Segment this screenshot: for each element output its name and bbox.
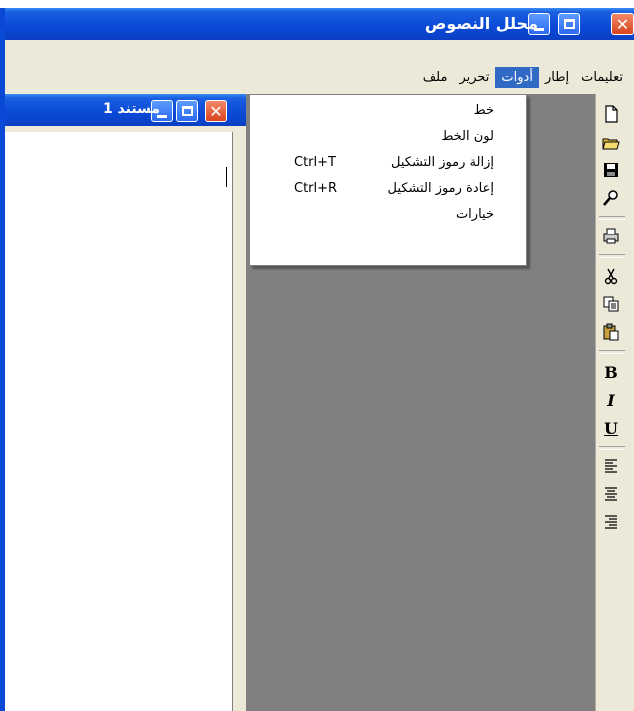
align-left-icon bbox=[605, 515, 617, 529]
copy-button[interactable] bbox=[598, 291, 624, 317]
menu-file[interactable]: ملف bbox=[417, 67, 454, 88]
toolbar-separator bbox=[599, 446, 625, 450]
menu-edit[interactable]: تحرير bbox=[453, 67, 495, 88]
cut-icon bbox=[604, 268, 618, 285]
menu-window[interactable]: إطار bbox=[539, 67, 575, 88]
doc-maximize-button[interactable] bbox=[176, 100, 198, 122]
menu-item-label: إزالة رموز التشكيل bbox=[391, 155, 494, 170]
align-center-button[interactable] bbox=[598, 481, 624, 507]
menu-item-font[interactable]: خط bbox=[250, 98, 526, 124]
save-button[interactable] bbox=[598, 157, 624, 183]
open-button[interactable] bbox=[598, 129, 624, 155]
toolbar-separator bbox=[599, 254, 625, 258]
menu-item-label: خط bbox=[473, 103, 494, 118]
underline-icon: U bbox=[604, 418, 618, 438]
maximize-icon bbox=[563, 19, 575, 29]
menu-item-label: خيارات bbox=[455, 207, 494, 222]
align-right-icon bbox=[605, 459, 617, 473]
copy-icon bbox=[603, 296, 619, 312]
text-caret bbox=[226, 167, 227, 187]
align-left-button[interactable] bbox=[598, 509, 624, 535]
menu-item-label: لون الخط bbox=[441, 129, 494, 144]
menu-bar: ملف تحرير أدوات إطار تعليمات bbox=[5, 40, 634, 94]
maximize-button[interactable] bbox=[558, 13, 580, 35]
menu-item-font-color[interactable]: لون الخط bbox=[250, 124, 526, 150]
toolbar-separator bbox=[599, 216, 625, 220]
window-title: محلل النصوص bbox=[424, 14, 538, 33]
maximize-icon bbox=[181, 106, 193, 116]
doc-close-button[interactable]: ✕ bbox=[205, 100, 227, 122]
italic-button[interactable]: I bbox=[598, 387, 624, 413]
vertical-toolbar: B I U bbox=[595, 94, 629, 711]
print-button[interactable] bbox=[598, 223, 624, 249]
find-icon bbox=[603, 190, 618, 206]
italic-icon: I bbox=[607, 390, 615, 410]
close-button[interactable]: ✕ bbox=[611, 13, 634, 35]
main-window: ✕ محلل النصوص ملف تحرير أدوات إطار تعليم… bbox=[0, 0, 634, 711]
document-window: ✕ مستند 1 bbox=[5, 94, 246, 711]
bold-button[interactable]: B bbox=[598, 359, 624, 385]
menu-tools[interactable]: أدوات bbox=[495, 66, 539, 88]
open-folder-icon bbox=[602, 138, 620, 150]
new-button[interactable] bbox=[598, 101, 624, 127]
menu-item-remove-diacritics[interactable]: إزالة رموز التشكيل Ctrl+T bbox=[250, 150, 526, 176]
menu-item-restore-diacritics[interactable]: إعادة رموز التشكيل Ctrl+R bbox=[250, 176, 526, 202]
menu-item-shortcut: Ctrl+T bbox=[294, 155, 336, 170]
new-file-icon bbox=[605, 105, 618, 123]
close-icon: ✕ bbox=[209, 101, 223, 121]
align-center-icon bbox=[605, 487, 617, 501]
toolbar-separator bbox=[599, 350, 625, 354]
document-text-area[interactable] bbox=[5, 132, 233, 711]
underline-button[interactable]: U bbox=[598, 415, 624, 441]
print-icon bbox=[603, 228, 619, 244]
align-right-button[interactable] bbox=[598, 453, 624, 479]
paste-icon bbox=[603, 323, 619, 341]
menu-help[interactable]: تعليمات bbox=[575, 67, 629, 88]
window-right-edge bbox=[628, 94, 634, 711]
menu-item-options[interactable]: خيارات bbox=[250, 202, 526, 228]
close-icon: ✕ bbox=[615, 14, 630, 34]
document-titlebar[interactable]: ✕ مستند 1 bbox=[5, 94, 246, 126]
tools-menu-dropdown: خط لون الخط إزالة رموز التشكيل Ctrl+T إع… bbox=[249, 94, 527, 266]
menu-item-label: إعادة رموز التشكيل bbox=[387, 181, 494, 196]
cut-button[interactable] bbox=[598, 263, 624, 289]
menu-item-shortcut: Ctrl+R bbox=[294, 181, 338, 196]
bold-icon: B bbox=[604, 362, 618, 382]
paste-button[interactable] bbox=[598, 319, 624, 345]
document-title: مستند 1 bbox=[102, 101, 160, 117]
save-icon bbox=[604, 163, 618, 177]
window-titlebar[interactable]: ✕ محلل النصوص bbox=[0, 8, 634, 40]
find-button[interactable] bbox=[598, 185, 624, 211]
